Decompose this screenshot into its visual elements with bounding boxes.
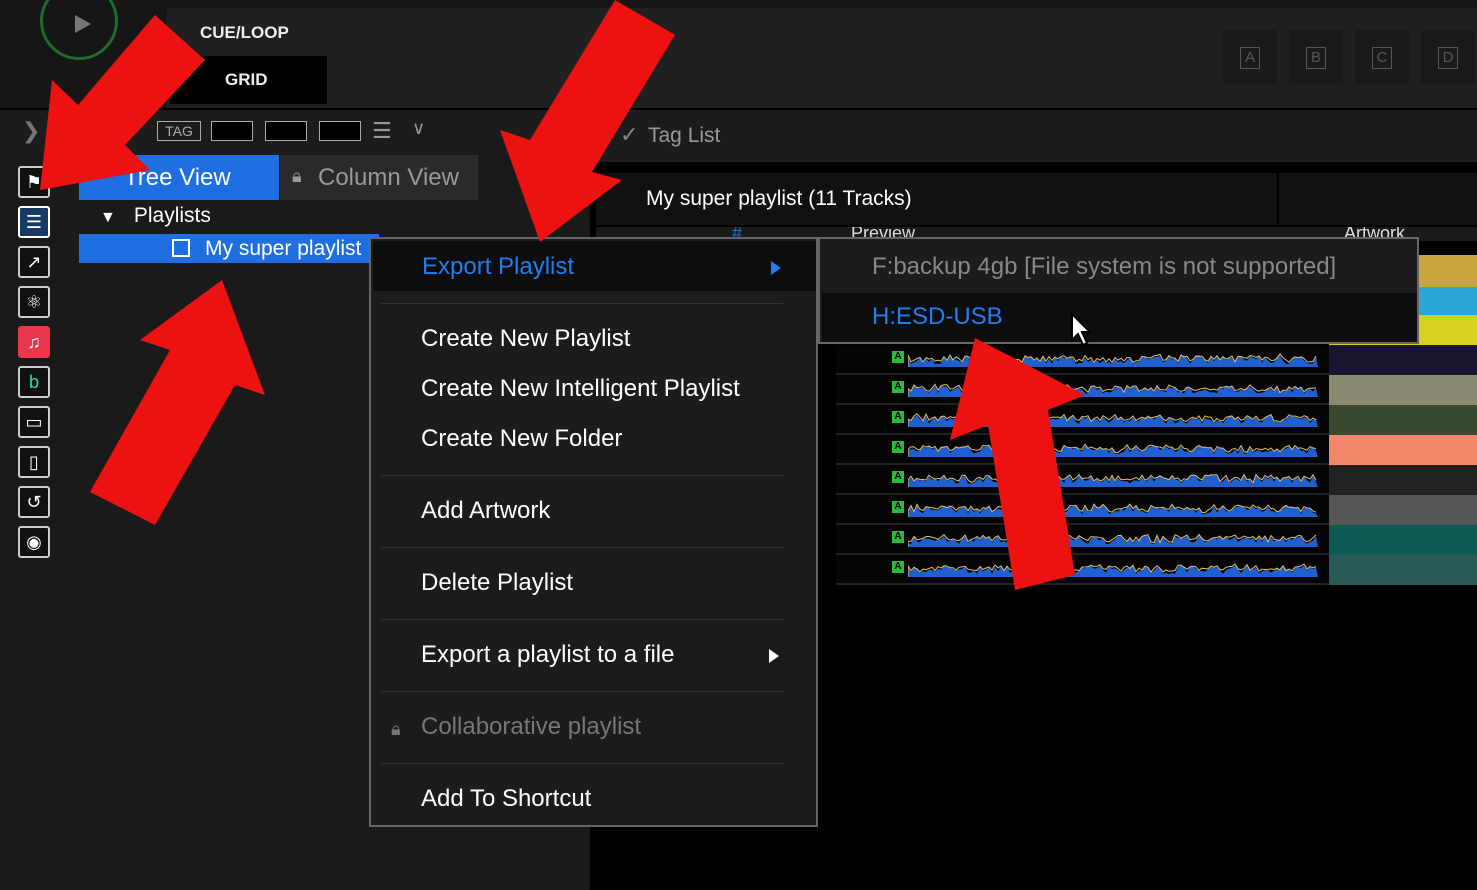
key-badge: A: [892, 411, 904, 423]
hotcue-c-button[interactable]: C: [1355, 30, 1409, 84]
beatport-icon[interactable]: b: [18, 366, 50, 398]
hotcue-label: B: [1306, 47, 1326, 69]
chevron-down-icon[interactable]: ∨: [412, 118, 425, 139]
lock-icon: 🔒︎: [391, 719, 401, 739]
playlist-item-icon: [172, 239, 190, 257]
menu-item-collaborative-playlist: Collaborative playlist: [421, 713, 642, 740]
menu-divider: [381, 619, 783, 620]
submenu-arrow-icon: [771, 261, 781, 275]
phone-icon[interactable]: ▯: [18, 446, 50, 478]
hotcue-label: D: [1438, 47, 1458, 69]
menu-item-create-intelligent-playlist[interactable]: Create New Intelligent Playlist: [421, 375, 740, 403]
filter-slot-3[interactable]: [319, 121, 361, 141]
lock-icon: 🔒︎: [292, 166, 302, 186]
export-destination-submenu: F:backup 4gb [File system is not support…: [818, 237, 1419, 344]
menu-divider: [381, 691, 783, 692]
artwork-thumbnail: [1329, 435, 1477, 465]
title-bar-right: [1279, 173, 1477, 225]
laptop-icon[interactable]: ▭: [18, 406, 50, 438]
tab-tree-view[interactable]: Tree View: [79, 155, 279, 200]
hotcue-label: C: [1372, 47, 1392, 69]
playlist-context-menu: Export Playlist Create New Playlist Crea…: [369, 237, 818, 827]
tab-column-view[interactable]: Column View: [280, 155, 478, 200]
table-row[interactable]: A: [836, 525, 1329, 555]
tag-list-icon: ✓: [620, 122, 639, 147]
cue-loop-tab[interactable]: CUE/LOOP: [170, 10, 330, 56]
tree-node-my-super-playlist[interactable]: My super playlist: [79, 234, 379, 263]
hotcue-label: A: [1240, 47, 1260, 69]
playlist-icon[interactable]: ☰: [18, 206, 50, 238]
play-icon: [75, 15, 91, 33]
list-view-icon[interactable]: ☰: [372, 120, 392, 142]
key-badge: A: [892, 531, 904, 543]
expand-chevron-icon[interactable]: ❯: [22, 118, 40, 144]
key-badge: A: [892, 561, 904, 573]
artwork-thumbnail: [1329, 495, 1477, 525]
atom-icon[interactable]: ⚛: [18, 286, 50, 318]
artwork-thumbnail: [1329, 465, 1477, 495]
menu-item-export-playlist[interactable]: Export Playlist: [373, 241, 816, 291]
artwork-thumbnail: [1329, 405, 1477, 435]
artwork-thumbnail: [1329, 375, 1477, 405]
menu-item-create-new-playlist[interactable]: Create New Playlist: [421, 325, 630, 353]
submenu-arrow-icon: [769, 649, 779, 663]
performance-pad-panel: [167, 8, 1477, 108]
menu-divider: [381, 763, 783, 764]
waveform-preview: [908, 503, 1318, 517]
menu-divider: [381, 547, 783, 548]
filter-slot-2[interactable]: [265, 121, 307, 141]
hotcue-b-button[interactable]: B: [1289, 30, 1343, 84]
waveform-preview: [908, 353, 1318, 367]
key-badge: A: [892, 471, 904, 483]
table-row[interactable]: A: [836, 345, 1329, 375]
grid-tab[interactable]: GRID: [170, 56, 327, 104]
key-badge: A: [892, 381, 904, 393]
artwork-thumbnail: [1329, 555, 1477, 585]
table-row[interactable]: A: [836, 465, 1329, 495]
tag-list-label[interactable]: Tag List: [648, 124, 720, 148]
artwork-thumbnail: [1329, 345, 1477, 375]
menu-item-label: Export Playlist: [422, 253, 575, 280]
table-row[interactable]: A: [836, 375, 1329, 405]
mouse-cursor-icon: [1071, 312, 1093, 347]
submenu-item-drive-f: F:backup 4gb [File system is not support…: [872, 253, 1337, 280]
playlist-title: My super playlist (11 Tracks): [596, 173, 1277, 225]
tree-node-playlists[interactable]: ▼ Playlists: [100, 204, 211, 228]
waveform-preview: [908, 443, 1318, 457]
table-row[interactable]: A: [836, 435, 1329, 465]
key-badge: A: [892, 441, 904, 453]
hotcue-a-button[interactable]: A: [1223, 30, 1277, 84]
menu-divider: [381, 303, 783, 304]
menu-item-add-artwork[interactable]: Add Artwork: [421, 497, 550, 525]
artwork-thumbnail: [1329, 525, 1477, 555]
tree-node-label: Playlists: [133, 204, 211, 227]
waveform-preview: [908, 533, 1318, 547]
menu-item-delete-playlist[interactable]: Delete Playlist: [421, 569, 573, 597]
collapse-triangle-icon: ▼: [100, 209, 116, 226]
waveform-preview: [908, 412, 1318, 427]
waveform-preview: [908, 563, 1318, 577]
tag-button[interactable]: TAG: [157, 121, 201, 141]
submenu-item-label: H:ESD-USB: [872, 303, 1003, 330]
table-row[interactable]: A: [836, 495, 1329, 525]
menu-item-add-to-shortcut[interactable]: Add To Shortcut: [421, 785, 591, 813]
record-icon[interactable]: ◉: [18, 526, 50, 558]
menu-item-create-new-folder[interactable]: Create New Folder: [421, 425, 622, 453]
key-badge: A: [892, 501, 904, 513]
key-badge: A: [892, 351, 904, 363]
hotcue-d-button[interactable]: D: [1421, 30, 1475, 84]
waveform-preview: [908, 473, 1318, 487]
tag-list-bar: [596, 110, 1477, 162]
menu-divider: [381, 475, 783, 476]
music-app-icon[interactable]: ♫: [18, 326, 50, 358]
waveform-preview: [908, 383, 1318, 397]
bookmark-icon[interactable]: ⚑: [18, 166, 50, 198]
table-row[interactable]: A: [836, 405, 1329, 435]
submenu-item-drive-h[interactable]: H:ESD-USB: [822, 293, 1417, 342]
table-row[interactable]: A: [836, 555, 1329, 585]
menu-item-export-to-file[interactable]: Export a playlist to a file: [421, 641, 674, 669]
history-icon[interactable]: ↺: [18, 486, 50, 518]
filter-slot-1[interactable]: [211, 121, 253, 141]
link-icon[interactable]: ↗: [18, 246, 50, 278]
